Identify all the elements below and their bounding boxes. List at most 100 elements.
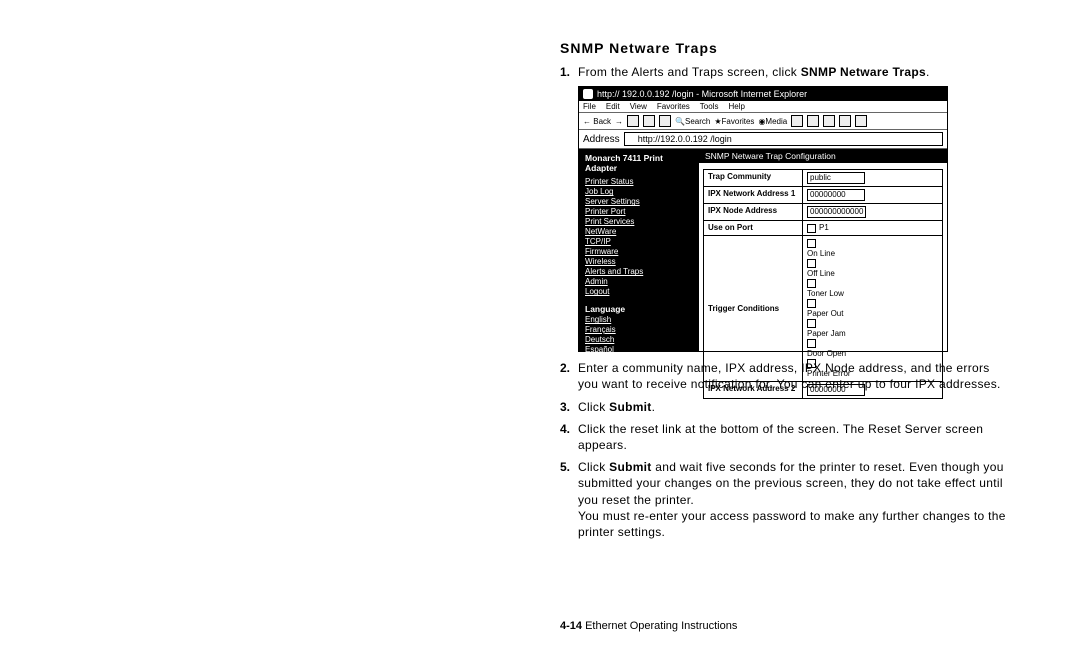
sidebar-item-alerts-traps[interactable]: Alerts and Traps — [585, 267, 693, 276]
stop-icon[interactable] — [627, 115, 639, 127]
history-icon[interactable] — [791, 115, 803, 127]
label-ipx-node: IPX Node Address — [704, 204, 803, 221]
ie-icon — [583, 89, 593, 99]
submit-label: Submit — [609, 460, 651, 474]
chk-offline[interactable] — [807, 259, 816, 268]
lang-english[interactable]: English — [585, 315, 693, 324]
chk-dooropen[interactable] — [807, 339, 816, 348]
opt-paperout: Paper Out — [807, 309, 938, 318]
row-trigger: Trigger Conditions On Line Off Line Tone… — [704, 235, 943, 381]
text: You must re-enter your access password t… — [578, 509, 1006, 539]
text: From the Alerts and Traps screen, click — [578, 65, 801, 79]
row-trap-community: Trap Community public — [704, 170, 943, 187]
sidebar: Monarch 7411 Print Adapter Printer Statu… — [579, 149, 699, 351]
address-bar: Address http://192.0.0.192 /login — [579, 130, 947, 149]
menu-favorites[interactable]: Favorites — [657, 102, 690, 111]
back-button[interactable]: ← Back — [583, 117, 611, 126]
menu-bar[interactable]: File Edit View Favorites Tools Help — [579, 101, 947, 113]
sidebar-item-printer-port[interactable]: Printer Port — [585, 207, 693, 216]
port-label: P1 — [819, 223, 829, 232]
section-heading: SNMP Netware Traps — [560, 40, 1010, 56]
step-number: 1. — [560, 64, 578, 80]
label-trigger: Trigger Conditions — [704, 235, 803, 381]
misc-icon[interactable] — [855, 115, 867, 127]
mail-icon[interactable] — [807, 115, 819, 127]
page-icon — [627, 135, 635, 143]
favorites-button[interactable]: ★Favorites — [714, 117, 754, 126]
opt-offline: Off Line — [807, 269, 938, 278]
step-number: 3. — [560, 399, 578, 415]
step-5: 5. Click Submit and wait five seconds fo… — [560, 459, 1010, 540]
opt-dooropen: Door Open — [807, 349, 938, 358]
text: Click — [578, 400, 609, 414]
window-title: http:// 192.0.0.192 /login - Microsoft I… — [597, 89, 807, 99]
content-panel: SNMP Netware Trap Configuration Trap Com… — [699, 149, 947, 351]
submit-label: Submit — [609, 400, 651, 414]
step-number: 4. — [560, 421, 578, 453]
content-heading: SNMP Netware Trap Configuration — [699, 149, 947, 163]
row-use-port: Use on Port P1 — [704, 221, 943, 235]
chk-tonerlow[interactable] — [807, 279, 816, 288]
refresh-icon[interactable] — [643, 115, 655, 127]
lang-francais[interactable]: Français — [585, 325, 693, 334]
text: Click — [578, 460, 609, 474]
trap-community-input[interactable]: public — [807, 172, 865, 184]
footer-text: Ethernet Operating Instructions — [582, 620, 737, 632]
step-1: 1. From the Alerts and Traps screen, cli… — [560, 64, 1010, 80]
chk-paperout[interactable] — [807, 299, 816, 308]
menu-help[interactable]: Help — [728, 102, 744, 111]
label-trap-community: Trap Community — [704, 170, 803, 187]
address-input[interactable]: http://192.0.0.192 /login — [624, 132, 943, 146]
toolbar: ← Back → 🔍Search ★Favorites ◉Media — [579, 113, 947, 130]
label-ipx-addr-1: IPX Network Address 1 — [704, 187, 803, 204]
sidebar-item-printer-status[interactable]: Printer Status — [585, 177, 693, 186]
print-icon[interactable] — [823, 115, 835, 127]
menu-edit[interactable]: Edit — [606, 102, 620, 111]
media-button[interactable]: ◉Media — [758, 117, 787, 126]
step-3: 3. Click Submit. — [560, 399, 1010, 415]
step-text: Enter a community name, IPX address, IPX… — [578, 360, 1010, 392]
lang-espanol[interactable]: Español — [585, 345, 693, 354]
sidebar-item-server-settings[interactable]: Server Settings — [585, 197, 693, 206]
language-heading: Language — [585, 304, 693, 314]
media-label: Media — [765, 117, 787, 126]
sidebar-item-job-log[interactable]: Job Log — [585, 187, 693, 196]
menu-view[interactable]: View — [630, 102, 647, 111]
row-ipx-addr-1: IPX Network Address 1 00000000 — [704, 187, 943, 204]
search-button[interactable]: 🔍Search — [675, 117, 710, 126]
sidebar-item-tcpip[interactable]: TCP/IP — [585, 237, 693, 246]
sidebar-item-wireless[interactable]: Wireless — [585, 257, 693, 266]
ipx-node-input[interactable]: 000000000000 — [807, 206, 866, 218]
trigger-options: On Line Off Line Toner Low Paper Out Pap… — [803, 235, 943, 381]
edit-icon[interactable] — [839, 115, 851, 127]
step-2: 2. Enter a community name, IPX address, … — [560, 360, 1010, 392]
port-checkbox[interactable] — [807, 224, 816, 233]
text: . — [652, 400, 656, 414]
sidebar-item-firmware[interactable]: Firmware — [585, 247, 693, 256]
address-label: Address — [583, 134, 620, 145]
forward-button[interactable]: → — [615, 117, 623, 126]
sidebar-item-print-services[interactable]: Print Services — [585, 217, 693, 226]
chk-paperjam[interactable] — [807, 319, 816, 328]
address-value: http://192.0.0.192 /login — [638, 134, 732, 144]
sidebar-title: Monarch 7411 Print Adapter — [585, 153, 693, 173]
opt-online: On Line — [807, 249, 938, 258]
sidebar-item-netware[interactable]: NetWare — [585, 227, 693, 236]
sidebar-item-logout[interactable]: Logout — [585, 287, 693, 296]
chk-online[interactable] — [807, 239, 816, 248]
screenshot-window: http:// 192.0.0.192 /login - Microsoft I… — [578, 86, 948, 352]
lang-deutsch[interactable]: Deutsch — [585, 335, 693, 344]
ipx-addr-1-input[interactable]: 00000000 — [807, 189, 865, 201]
step-text: From the Alerts and Traps screen, click … — [578, 64, 1010, 80]
menu-tools[interactable]: Tools — [700, 102, 719, 111]
window-titlebar: http:// 192.0.0.192 /login - Microsoft I… — [579, 87, 947, 101]
step-number: 5. — [560, 459, 578, 540]
step-4: 4. Click the reset link at the bottom of… — [560, 421, 1010, 453]
step-text: Click Submit. — [578, 399, 1010, 415]
page-footer: 4-14 Ethernet Operating Instructions — [560, 620, 737, 632]
text: . — [926, 65, 930, 79]
back-label: Back — [593, 117, 611, 126]
sidebar-item-admin[interactable]: Admin — [585, 277, 693, 286]
menu-file[interactable]: File — [583, 102, 596, 111]
home-icon[interactable] — [659, 115, 671, 127]
